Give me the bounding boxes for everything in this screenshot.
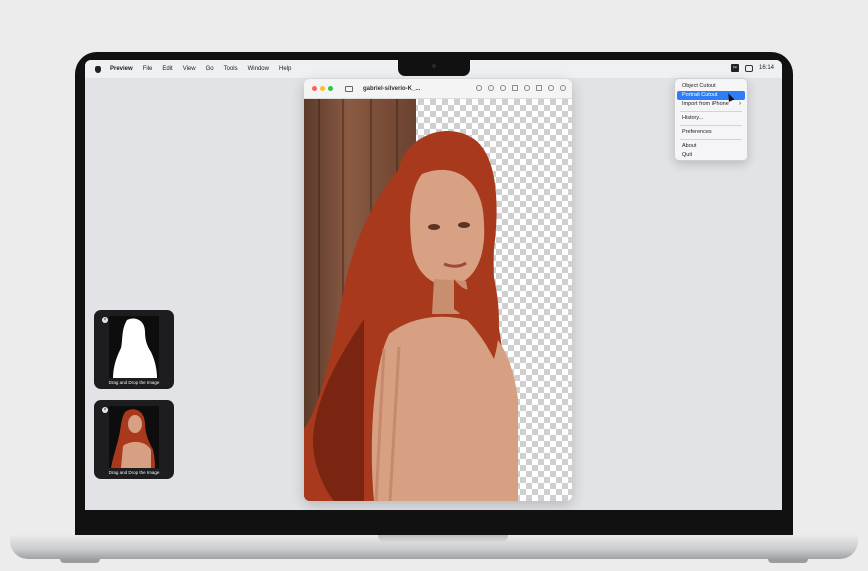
chevron-right-icon: › (739, 101, 741, 107)
menu-item-history[interactable]: History... (677, 114, 745, 123)
apple-icon[interactable] (95, 65, 101, 73)
mask-preview (109, 316, 159, 378)
clock: 16:14 (758, 65, 774, 71)
rotate-icon[interactable] (536, 85, 542, 91)
menu-tools[interactable]: Tools (224, 66, 238, 72)
laptop-base (10, 535, 858, 559)
camera-notch (398, 60, 470, 76)
menu-item-import-from-iphone[interactable]: Import from iPhone › (677, 100, 745, 109)
close-icon[interactable]: × (102, 407, 108, 413)
markup-icon[interactable] (524, 85, 530, 91)
sidebar-icon[interactable] (345, 85, 353, 92)
window-titlebar[interactable]: gabriel-silverio-K_... (304, 79, 572, 99)
menu-item-object-cutout[interactable]: Object Cutout (677, 82, 745, 91)
thumbnail-caption: Drag and Drop the Image (108, 470, 160, 475)
minimize-window-button[interactable] (320, 86, 325, 91)
menu-file[interactable]: File (143, 66, 153, 72)
share-icon[interactable] (512, 85, 518, 91)
zoom-window-button[interactable] (328, 86, 333, 91)
menu-window[interactable]: Window (248, 66, 269, 72)
menu-item-portrait-cutout[interactable]: Portrait Cutout (677, 91, 745, 100)
control-center-icon[interactable] (744, 64, 753, 72)
right-eye (458, 222, 470, 228)
menu-item-preferences[interactable]: Preferences (677, 128, 745, 137)
face (410, 169, 485, 286)
image-canvas[interactable] (304, 99, 572, 501)
info-icon[interactable] (476, 85, 482, 91)
menu-item-quit[interactable]: Quit (677, 151, 745, 160)
menu-go[interactable]: Go (206, 66, 214, 72)
zoom-in-icon[interactable] (500, 85, 506, 91)
annotate-icon[interactable] (548, 85, 554, 91)
menu-separator (680, 139, 742, 140)
cutout-app-icon[interactable]: ✂ (730, 64, 739, 72)
photo-thumbnail[interactable]: × Drag and Drop the Image (94, 400, 174, 479)
menu-separator (680, 111, 742, 112)
screen: Preview File Edit View Go Tools Window H… (85, 60, 782, 510)
toolbar-icons (476, 85, 566, 91)
zoom-out-icon[interactable] (488, 85, 494, 91)
mask-thumbnail[interactable]: × Drag and Drop the Image (94, 310, 174, 389)
left-eye (428, 224, 440, 230)
cutout-dropdown-menu: Object Cutout Portrait Cutout Import fro… (674, 78, 748, 161)
base-groove (378, 535, 508, 542)
preview-window: gabriel-silverio-K_... (304, 79, 572, 501)
portrait-thumb (111, 409, 155, 468)
menu-item-label: Import from iPhone (682, 101, 729, 107)
close-window-button[interactable] (312, 86, 317, 91)
menu-view[interactable]: View (183, 66, 196, 72)
status-area: ✂ 16:14 (730, 64, 774, 72)
search-icon[interactable] (560, 85, 566, 91)
menu-separator (680, 125, 742, 126)
thumbnail-caption: Drag and Drop the Image (108, 380, 160, 385)
window-title: gabriel-silverio-K_... (363, 85, 421, 92)
laptop-foot (768, 559, 808, 563)
laptop-foot (60, 559, 100, 563)
menu-app-name[interactable]: Preview (110, 66, 133, 72)
close-icon[interactable]: × (102, 317, 108, 323)
portrait-subject (304, 130, 518, 501)
menu-help[interactable]: Help (279, 66, 291, 72)
silhouette-mask (113, 318, 157, 378)
menu-edit[interactable]: Edit (162, 66, 172, 72)
menu-item-about[interactable]: About (677, 142, 745, 151)
photo-preview (109, 406, 159, 468)
camera-icon (432, 64, 436, 68)
